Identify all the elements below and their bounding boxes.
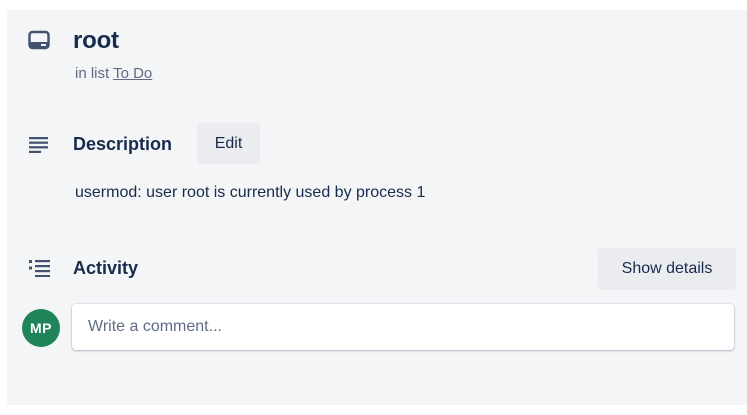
comment-input[interactable] bbox=[72, 304, 734, 350]
edit-description-button[interactable]: Edit bbox=[197, 123, 260, 164]
in-list-prefix: in list bbox=[75, 65, 110, 82]
card-list-info: in list To Do bbox=[75, 65, 152, 82]
list-link[interactable]: To Do bbox=[113, 65, 152, 82]
card-icon bbox=[28, 30, 50, 50]
show-details-button[interactable]: Show details bbox=[598, 248, 736, 290]
card-detail-window: root in list To Do Description Edit user… bbox=[0, 0, 747, 415]
description-heading: Description bbox=[73, 134, 173, 154]
activity-list-icon bbox=[29, 260, 50, 277]
card-title[interactable]: root bbox=[73, 27, 119, 55]
activity-heading: Activity bbox=[73, 258, 139, 278]
description-lines-icon bbox=[29, 137, 48, 153]
description-text[interactable]: usermod: user root is currently used by … bbox=[75, 184, 425, 202]
avatar[interactable]: MP bbox=[22, 309, 60, 347]
